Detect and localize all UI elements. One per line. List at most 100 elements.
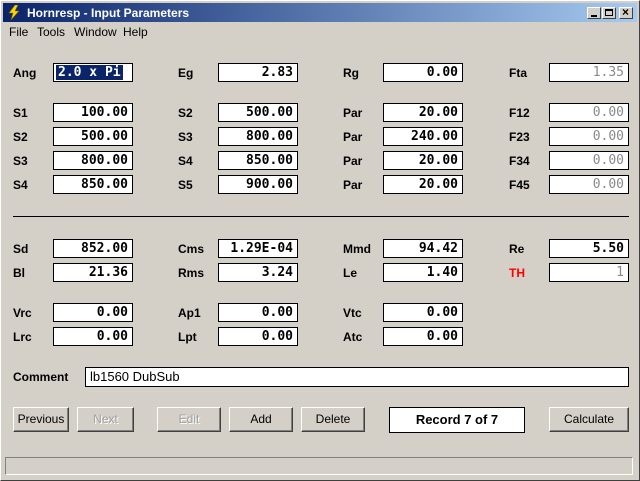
record-indicator: Record 7 of 7 [389, 407, 525, 433]
comment-label: Comment [13, 370, 69, 384]
s4b-label: S4 [13, 178, 28, 192]
close-icon: × [622, 5, 630, 19]
s3-label: S3 [178, 130, 193, 144]
s3-field[interactable]: 800.00 [218, 127, 298, 146]
vrc-label: Vrc [13, 306, 32, 320]
next-label: Next [93, 412, 118, 426]
f12-field: 0.00 [549, 103, 629, 122]
delete-label: Delete [315, 412, 351, 426]
divider [13, 216, 629, 217]
edit-button: Edit [157, 407, 221, 432]
fta-label: Fta [509, 66, 527, 80]
s1-label: S1 [13, 106, 28, 120]
s2b-label: S2 [13, 130, 28, 144]
f45-label: F45 [509, 178, 530, 192]
mmd-label: Mmd [343, 242, 371, 256]
lrc-label: Lrc [13, 330, 32, 344]
f45-field: 0.00 [549, 175, 629, 194]
le-field[interactable]: 1.40 [383, 263, 463, 282]
f34-label: F34 [509, 154, 530, 168]
s4-label: S4 [178, 154, 193, 168]
ang-value: 2.0 x Pi [56, 65, 123, 80]
atc-label: Atc [343, 330, 363, 344]
status-bar [5, 457, 633, 475]
mmd-field[interactable]: 94.42 [383, 239, 463, 258]
previous-label: Previous [17, 412, 65, 426]
eg-field[interactable]: 2.83 [218, 63, 298, 82]
par1-field[interactable]: 20.00 [383, 103, 463, 122]
next-button: Next [77, 407, 134, 432]
rms-label: Rms [178, 266, 205, 280]
s3b-field[interactable]: 800.00 [53, 151, 133, 170]
s2-field[interactable]: 500.00 [218, 103, 298, 122]
s4b-field[interactable]: 850.00 [53, 175, 133, 194]
th-label[interactable]: TH [509, 266, 525, 280]
th-field: 1 [549, 263, 629, 282]
fta-field: 1.35 [549, 63, 629, 82]
calculate-button[interactable]: Calculate [549, 407, 629, 432]
s3b-label: S3 [13, 154, 28, 168]
atc-field[interactable]: 0.00 [383, 327, 463, 346]
maximize-button[interactable] [602, 7, 616, 19]
sd-field[interactable]: 852.00 [53, 239, 133, 258]
rms-field[interactable]: 3.24 [218, 263, 298, 282]
f23-label: F23 [509, 130, 530, 144]
title-bar[interactable]: Hornresp - Input Parameters × [3, 3, 637, 22]
menu-tools[interactable]: Tools [37, 25, 65, 39]
ap1-label: Ap1 [178, 306, 201, 320]
bl-label: Bl [13, 266, 25, 280]
vtc-field[interactable]: 0.00 [383, 303, 463, 322]
rg-field[interactable]: 0.00 [383, 63, 463, 82]
par3-field[interactable]: 20.00 [383, 151, 463, 170]
sd-label: Sd [13, 242, 29, 256]
par3-label: Par [343, 154, 363, 168]
f23-field: 0.00 [549, 127, 629, 146]
main-window: Hornresp - Input Parameters × File Tools… [0, 0, 640, 481]
s5-label: S5 [178, 178, 193, 192]
ang-label: Ang [13, 66, 37, 80]
ap1-field[interactable]: 0.00 [218, 303, 298, 322]
ang-field[interactable]: 2.0 x Pi [53, 63, 133, 82]
rg-label: Rg [343, 66, 359, 80]
s5-field[interactable]: 900.00 [218, 175, 298, 194]
s2-label: S2 [178, 106, 193, 120]
menu-bar: File Tools Window Help [3, 23, 637, 41]
cms-field[interactable]: 1.29E-04 [218, 239, 298, 258]
previous-button[interactable]: Previous [13, 407, 69, 432]
f34-field: 0.00 [549, 151, 629, 170]
bl-field[interactable]: 21.36 [53, 263, 133, 282]
menu-window[interactable]: Window [74, 25, 117, 39]
par1-label: Par [343, 106, 363, 120]
eg-label: Eg [178, 66, 194, 80]
lpt-label: Lpt [178, 330, 197, 344]
calculate-label: Calculate [563, 412, 615, 426]
cms-label: Cms [178, 242, 205, 256]
add-label: Add [250, 412, 272, 426]
vrc-field[interactable]: 0.00 [53, 303, 133, 322]
vtc-label: Vtc [343, 306, 362, 320]
minimize-button[interactable] [587, 7, 601, 19]
window-title: Hornresp - Input Parameters [27, 6, 190, 20]
maximize-icon [605, 9, 613, 16]
menu-help[interactable]: Help [123, 25, 148, 39]
le-label: Le [343, 266, 358, 280]
delete-button[interactable]: Delete [301, 407, 365, 432]
re-field[interactable]: 5.50 [549, 239, 629, 258]
s2b-field[interactable]: 500.00 [53, 127, 133, 146]
lpt-field[interactable]: 0.00 [218, 327, 298, 346]
re-label: Re [509, 242, 525, 256]
s1-field[interactable]: 100.00 [53, 103, 133, 122]
edit-label: Edit [178, 412, 200, 426]
par4-label: Par [343, 178, 363, 192]
lrc-field[interactable]: 0.00 [53, 327, 133, 346]
par2-label: Par [343, 130, 363, 144]
f12-label: F12 [509, 106, 530, 120]
menu-file[interactable]: File [9, 25, 28, 39]
s4-field[interactable]: 850.00 [218, 151, 298, 170]
par2-field[interactable]: 240.00 [383, 127, 463, 146]
minimize-icon [591, 15, 597, 17]
par4-field[interactable]: 20.00 [383, 175, 463, 194]
close-button[interactable]: × [619, 5, 633, 19]
add-button[interactable]: Add [229, 407, 293, 432]
comment-field[interactable]: lb1560 DubSub [85, 367, 629, 387]
